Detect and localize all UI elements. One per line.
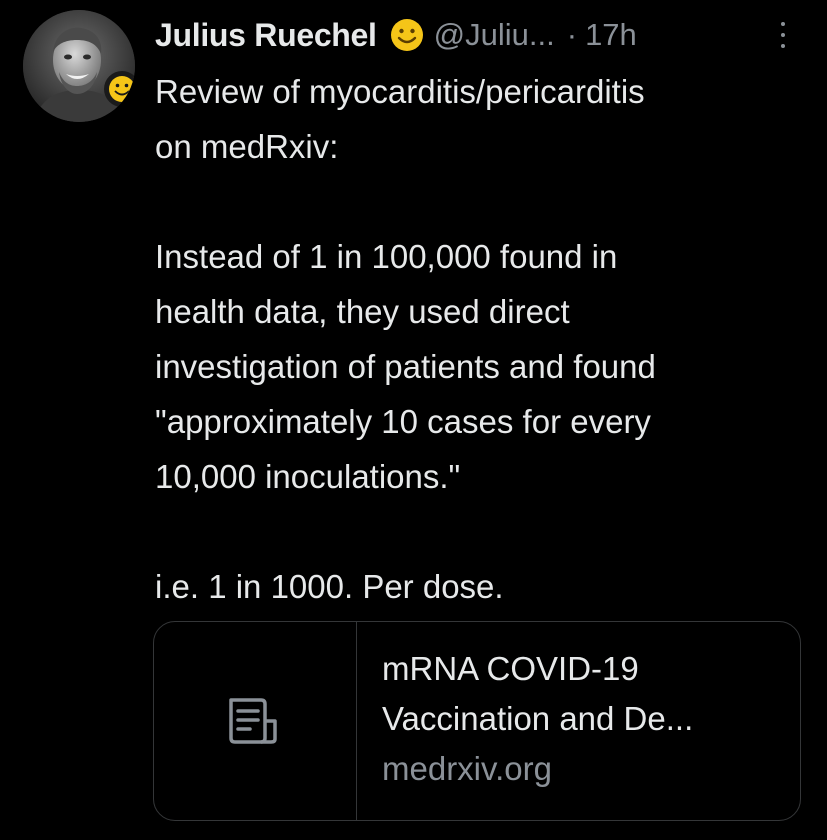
tweet-header: Julius Ruechel @Juliu... · 17h — [155, 12, 637, 58]
link-card-body: mRNA COVID-19 Vaccination and De... medr… — [382, 644, 792, 794]
tweet-line: i.e. 1 in 1000. Per dose. — [155, 568, 504, 605]
avatar-photo — [23, 10, 135, 122]
separator-dot: · — [566, 17, 578, 52]
link-card-domain: medrxiv.org — [382, 750, 552, 787]
link-card-title: mRNA COVID-19 — [382, 650, 639, 687]
link-card-title: Vaccination and De... — [382, 700, 694, 737]
avatar[interactable] — [23, 10, 135, 122]
tweet-line: health data, they used direct — [155, 293, 570, 330]
author-display-name[interactable]: Julius Ruechel — [155, 17, 377, 54]
tweet-paragraph: i.e. 1 in 1000. Per dose. — [155, 559, 805, 614]
tweet[interactable]: Julius Ruechel @Juliu... · 17h Review of… — [0, 0, 827, 840]
more-vertical-icon[interactable] — [777, 22, 789, 48]
tweet-paragraph: Review of myocarditis/pericarditis on me… — [155, 64, 805, 174]
tweet-paragraph: Instead of 1 in 100,000 found in health … — [155, 229, 805, 504]
document-icon — [229, 698, 277, 744]
tweet-line: Review of myocarditis/pericarditis — [155, 73, 645, 110]
smiley-face-icon — [389, 17, 425, 53]
tweet-timestamp[interactable]: 17h — [585, 17, 637, 53]
link-card-thumbnail — [154, 622, 357, 820]
tweet-line: on medRxiv: — [155, 128, 339, 165]
tweet-line: 10,000 inoculations." — [155, 458, 461, 495]
link-preview-card[interactable]: mRNA COVID-19 Vaccination and De... medr… — [153, 621, 801, 821]
tweet-line: "approximately 10 cases for every — [155, 403, 651, 440]
tweet-line: Instead of 1 in 100,000 found in — [155, 238, 618, 275]
author-handle[interactable]: @Juliu... — [434, 17, 555, 53]
tweet-line: investigation of patients and found — [155, 348, 656, 385]
tweet-text: Review of myocarditis/pericarditis on me… — [155, 64, 805, 614]
